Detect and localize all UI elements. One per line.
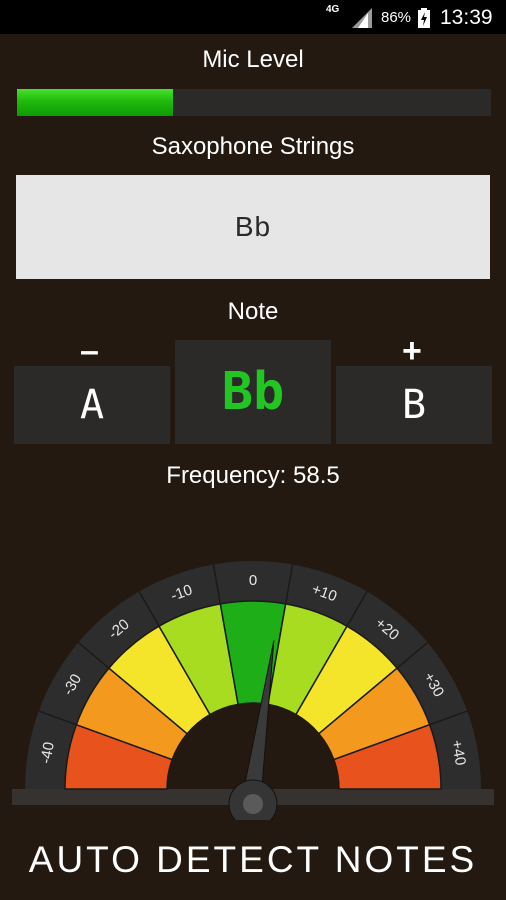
mic-level-fill [17,89,174,116]
current-note-display: Bb [175,340,331,444]
auto-detect-notes-button[interactable]: AUTO DETECT NOTES [0,830,506,890]
minus-label: – [80,332,99,370]
clock: 13:39 [440,6,493,29]
battery-charging-icon [418,8,430,28]
signal-icon [352,8,372,28]
plus-label: + [402,332,422,370]
frequency-readout: Frequency: 58.5 [166,462,340,489]
tuning-gauge: -40-30-20-100+10+20+30+40 [12,561,494,820]
previous-note-button[interactable]: A [14,366,170,444]
gauge-needle-cap [243,794,263,814]
note-title: Note [227,298,279,325]
status-bar: 4G 86% 13:39 [0,0,506,34]
mic-level-meter [17,89,491,116]
string-selector[interactable]: Bb [16,175,490,279]
strings-title: Saxophone Strings [151,133,355,160]
battery-percent: 86% [381,9,412,26]
gauge-tick-label: 0 [249,572,257,589]
next-note-button[interactable]: B [336,366,492,444]
mic-level-title: Mic Level [202,46,304,73]
network-type-label: 4G [326,4,340,15]
